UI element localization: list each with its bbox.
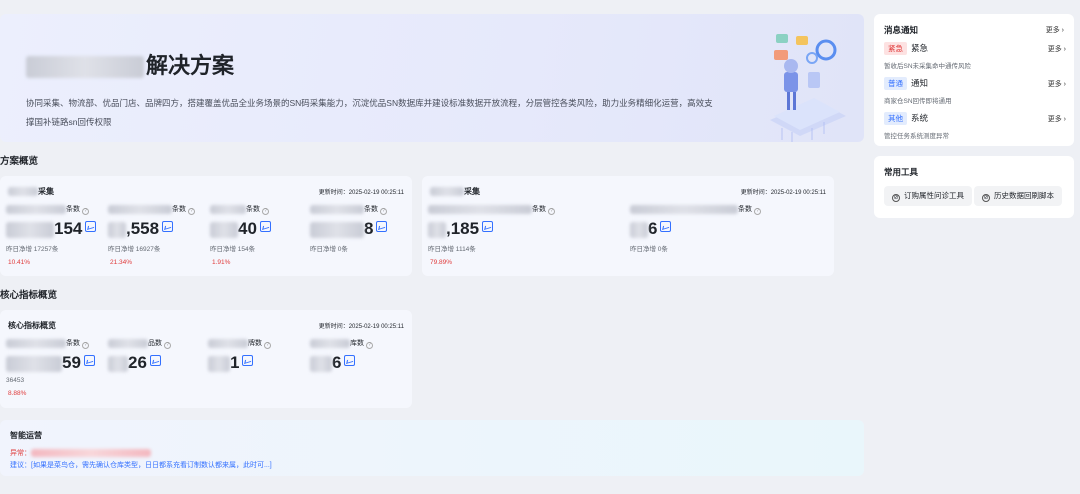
banner-title: 解决方案 [26,48,234,80]
trend-chart-icon[interactable] [242,355,254,366]
notice-item-normal[interactable]: 普通 通知 更多 › 商家仓SN回传即将通用 [884,77,1066,107]
order-attr-diagnose-button[interactable]: ⊘ 订购属性问诊工具 [884,186,972,206]
overview-card-1: 采集 更新时间：2025-02-19 00:25:11 条数? 154 昨日净增… [0,176,412,276]
trend-chart-icon[interactable] [376,221,388,232]
compass-icon: ⊘ [892,194,900,202]
notice-item-other[interactable]: 其他 系统 更多 › 管控任务系统测度异常 [884,112,1066,142]
metric-item: 条数? ,185 昨日净增 1114条 79.89% [428,204,618,266]
redacted-text [26,56,144,79]
metric-item: 条数? 154 昨日净增 17257条 10.41% [6,204,106,266]
help-icon[interactable]: ? [188,208,195,215]
trend-chart-icon[interactable] [344,355,356,366]
redacted-text [8,187,38,197]
banner-description: 协同采集、物流部、优品门店、品牌四方，搭建覆盖优品全业务场景的SN码采集能力，沉… [26,98,713,127]
redacted-text [630,204,738,214]
redacted-text [210,204,246,214]
trend-chart-icon[interactable] [162,221,174,232]
notice-item-sub: 暂收后SN未采集命中通传风险 [884,63,972,70]
redacted-text [6,204,66,214]
redacted-text [108,221,126,238]
help-icon[interactable]: ? [262,208,269,215]
help-icon[interactable]: ? [754,208,761,215]
redacted-text [310,221,364,238]
notice-item-sub: 商家仓SN回传即将通用 [884,98,952,105]
solution-banner: 解决方案 协同采集、物流部、优品门店、品牌四方，搭建覆盖优品全业务场景的SN码采… [0,14,864,142]
update-time: 更新时间：2025-02-19 00:25:11 [740,190,826,196]
core-section-title: 核心指标概览 [0,290,58,301]
trend-chart-icon[interactable] [259,221,271,232]
notice-tag: 紧急 [884,42,907,55]
overview-section-title: 方案概览 [0,156,39,167]
update-time: 更新时间：2025-02-19 00:25:11 [318,190,404,196]
metric-item: 条数? 40 昨日净增 154条 1.91% [210,204,310,266]
help-icon[interactable]: ? [548,208,555,215]
redacted-text [208,355,230,372]
redacted-text [310,204,364,214]
notice-item-title: 系统 [911,113,929,123]
update-time: 更新时间：2025-02-19 00:25:11 [318,324,404,330]
trend-chart-icon[interactable] [83,355,95,366]
redacted-text [630,221,648,238]
notice-item-title: 紧急 [911,43,929,53]
metric-item: 库数? 6 [310,338,410,375]
notice-title: 消息通知 [884,25,919,35]
trend-chart-icon[interactable] [149,355,161,366]
notice-item-urgent[interactable]: 紧急 紧急 更多 › 暂收后SN未采集命中通传风险 [884,42,1066,72]
card-title: 采集 [8,186,54,197]
help-icon[interactable]: ? [366,342,373,349]
redacted-text [428,204,532,214]
redacted-text [310,355,332,372]
trend-chart-icon[interactable] [482,221,494,232]
metric-item: 牌数? 1 [208,338,308,375]
redacted-text [210,221,238,238]
redacted-text [108,204,172,214]
redacted-text [208,338,248,348]
notice-tag: 普通 [884,77,907,90]
notice-item-sub: 管控任务系统测度异常 [884,133,949,140]
notice-panel: 消息通知 更多 › 紧急 紧急 更多 › 暂收后SN未采集命中通传风险 普通 通知 … [874,14,1074,146]
overview-card-2: 采集 更新时间：2025-02-19 00:25:11 条数? ,185 昨日净… [422,176,834,276]
trend-chart-icon[interactable] [660,221,672,232]
core-metrics-card: 核心指标概览 更新时间：2025-02-19 00:25:11 条数? 59 3… [0,310,412,408]
redacted-text [310,338,350,348]
help-icon[interactable]: ? [380,208,387,215]
card-title: 核心指标概览 [8,321,56,330]
metric-item: 品数? 26 [108,338,208,375]
redacted-text [428,221,446,238]
trend-chart-icon[interactable] [85,221,97,232]
metric-item: 条数? 6 昨日净增 0条 [630,204,820,253]
help-icon[interactable]: ? [264,342,271,349]
help-icon[interactable]: ? [164,342,171,349]
notice-item-more[interactable]: 更多 › [1048,114,1066,124]
metric-item: 条数? 59 36453 8.88% [6,338,106,397]
card-title: 采集 [430,186,480,197]
compass-icon: ⊘ [982,194,990,202]
notice-more-link[interactable]: 更多 › [1046,25,1064,35]
ops-title: 智能运营 [10,431,42,440]
tools-panel: 常用工具 ⊘ 订购属性问诊工具 ⊘ 历史数据回刷脚本 [874,156,1074,218]
notice-item-more[interactable]: 更多 › [1048,79,1066,89]
help-icon[interactable]: ? [82,342,89,349]
smart-ops-panel: 智能运营 异常： 建议：[如果是菜鸟仓，需先确认仓库类型，日日都系充看订制数认都… [0,420,864,476]
redacted-text [31,449,151,458]
ops-error: 异常： [10,448,151,458]
redacted-text [6,338,66,348]
notice-item-title: 通知 [911,78,929,88]
robot-illustration-icon [770,34,846,142]
metric-item: 条数? ,558 昨日净增 16927条 21.34% [108,204,208,266]
redacted-text [6,221,54,238]
redacted-text [430,187,464,197]
notice-tag: 其他 [884,112,907,125]
notice-item-more[interactable]: 更多 › [1048,44,1066,54]
ops-suggestion-link[interactable]: 建议：[如果是菜鸟仓，需先确认仓库类型，日日都系充看订制数认都来属，此时可...… [10,460,272,470]
redacted-text [108,338,148,348]
metric-item: 条数? 8 昨日净增 0条 [310,204,410,253]
redacted-text [6,355,62,372]
history-refresh-button[interactable]: ⊘ 历史数据回刷脚本 [974,186,1062,206]
redacted-text [108,355,128,372]
help-icon[interactable]: ? [82,208,89,215]
tools-title: 常用工具 [884,167,919,177]
